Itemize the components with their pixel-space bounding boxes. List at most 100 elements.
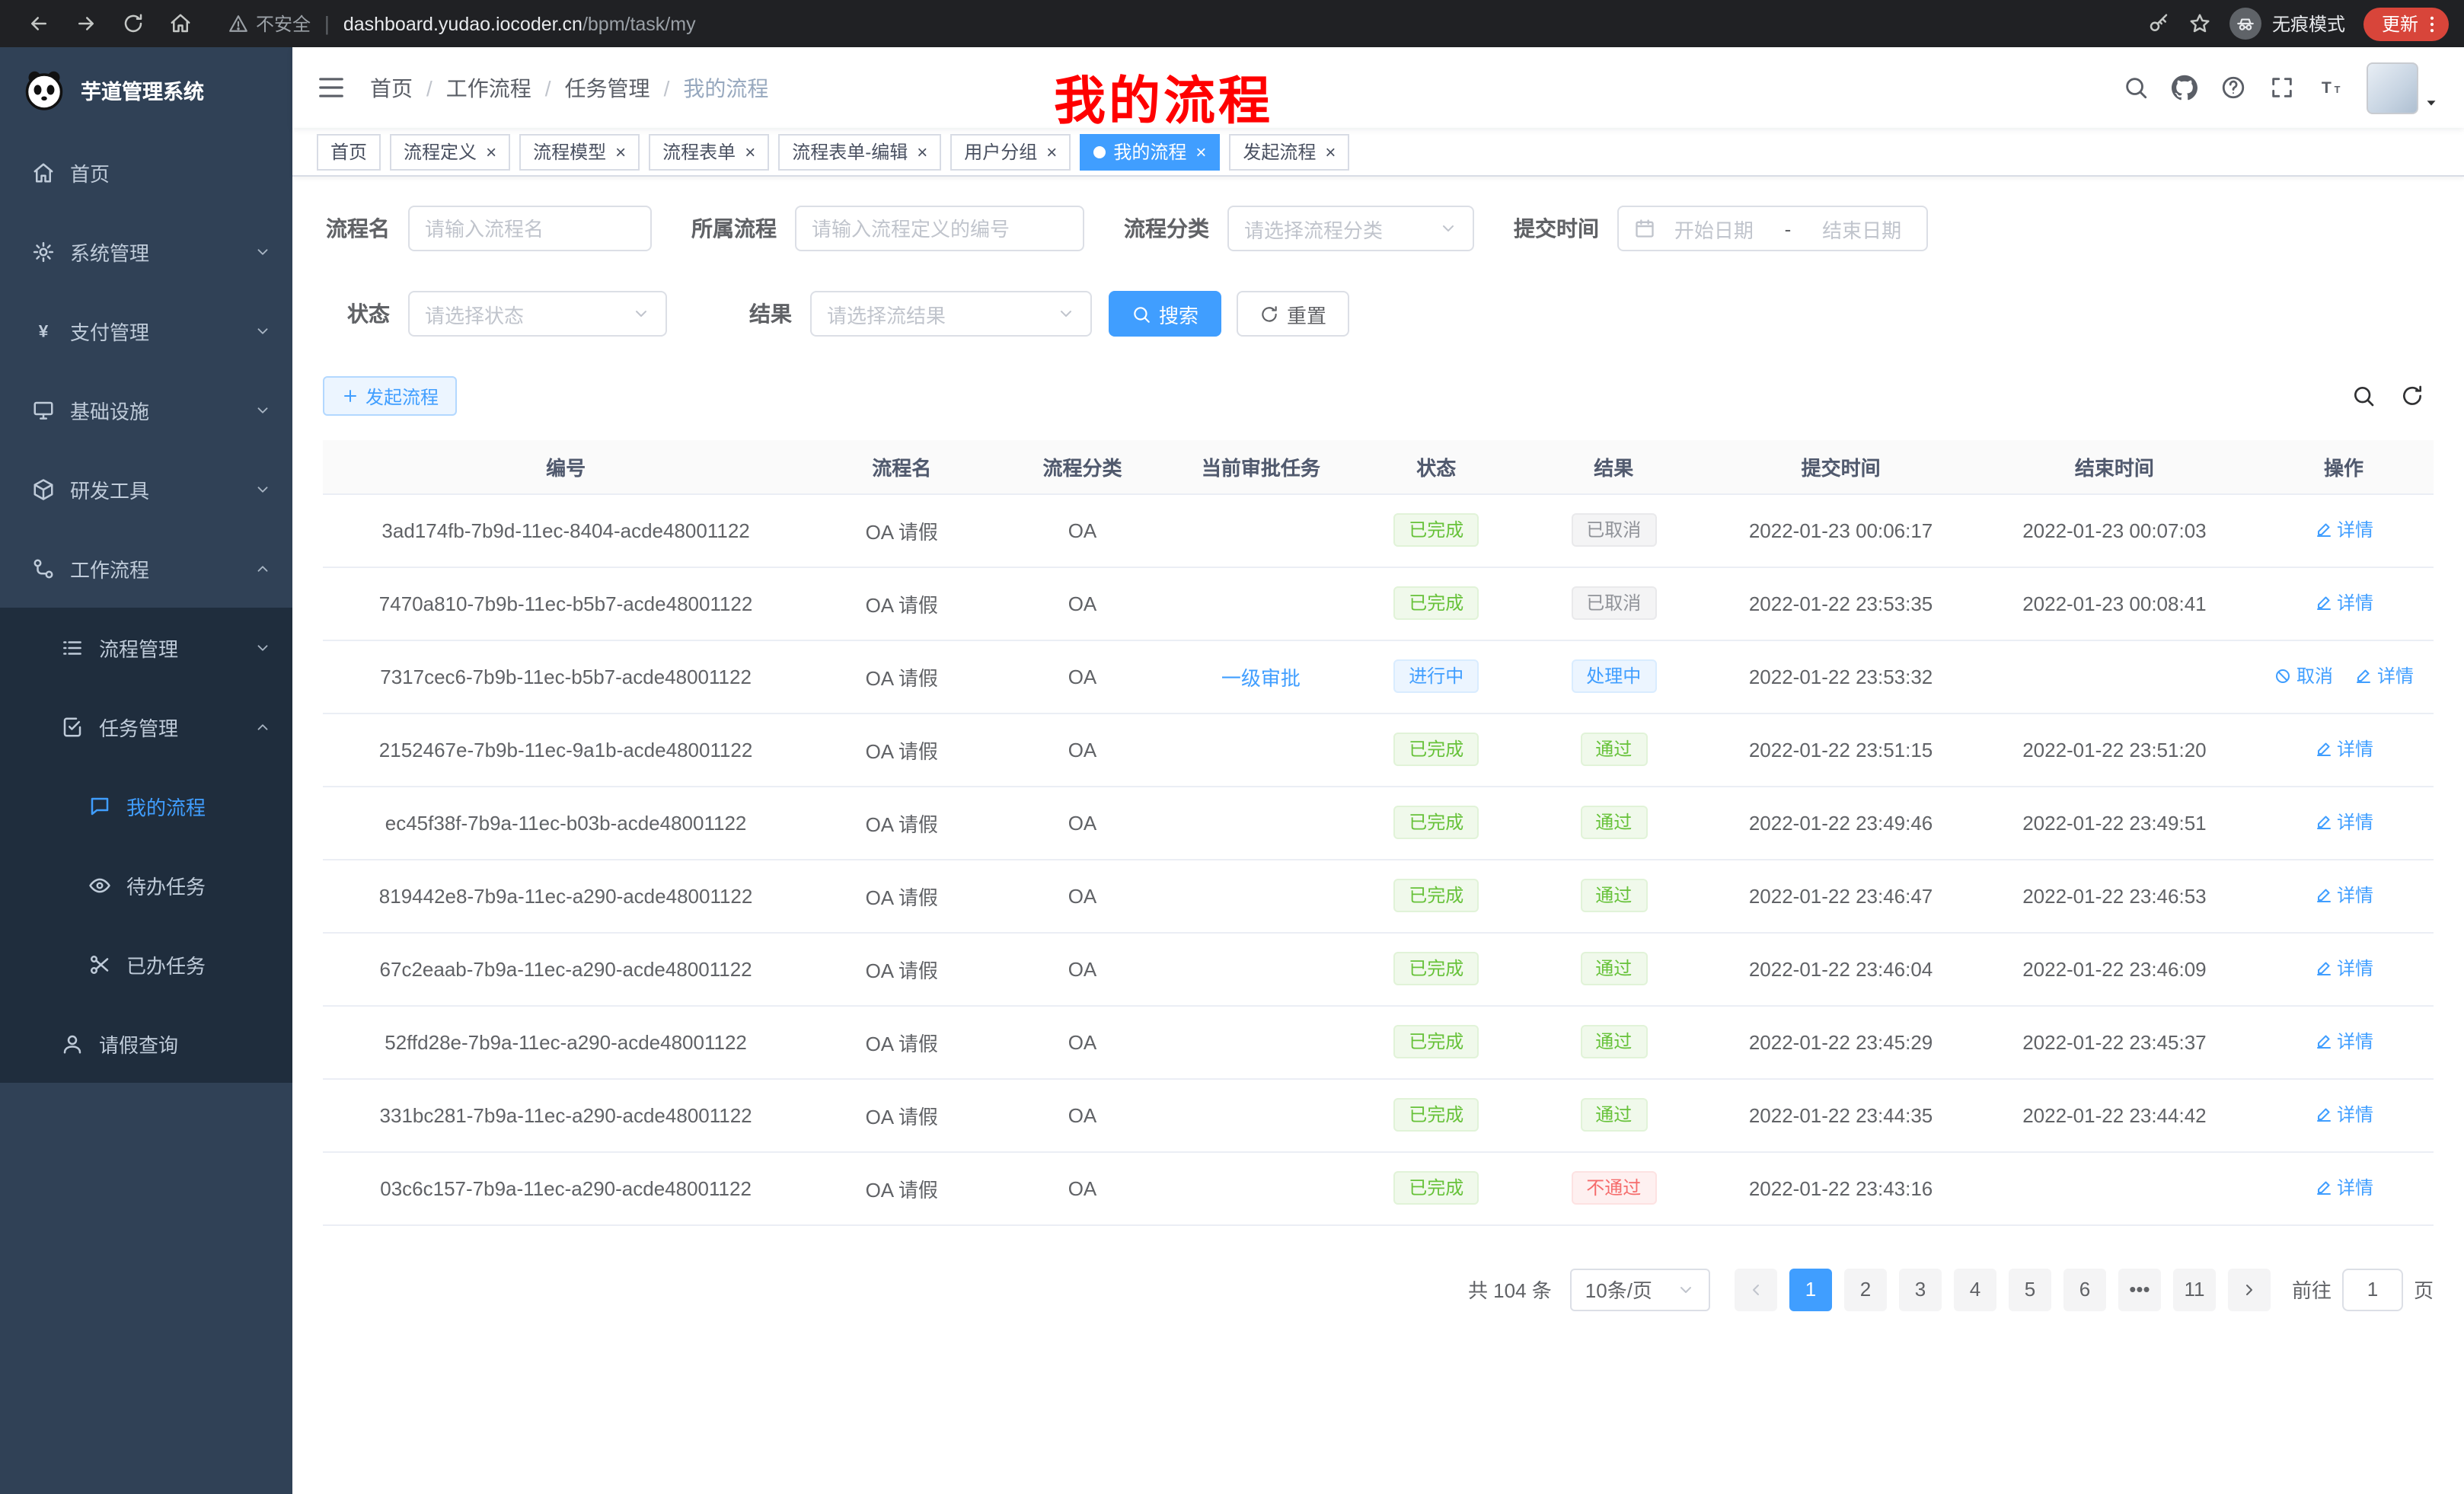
tab-label: 我的流程 [1113, 139, 1186, 164]
key-icon[interactable] [2147, 12, 2170, 35]
github-icon[interactable] [2172, 75, 2197, 101]
cell-process-id: 03c6c157-7b9a-11ec-a290-acde48001122 [323, 1151, 809, 1224]
search-icon[interactable] [2123, 75, 2149, 101]
bookmark-star-icon[interactable] [2188, 12, 2211, 35]
current-task-link[interactable]: 一级审批 [1221, 666, 1301, 689]
browser-menu-icon[interactable] [2421, 13, 2443, 34]
user-menu[interactable] [2367, 62, 2440, 113]
breadcrumb-item[interactable]: 首页 [370, 72, 413, 103]
sidebar-logo[interactable]: 芋道管理系统 [0, 47, 292, 132]
tab-0[interactable]: 首页 [317, 133, 381, 170]
close-icon[interactable]: × [486, 142, 496, 161]
more-pages-button[interactable]: ••• [2118, 1268, 2161, 1310]
page-button-2[interactable]: 2 [1844, 1268, 1887, 1310]
column-header: 操作 [2254, 440, 2434, 493]
status-select[interactable]: 请选择状态 [408, 291, 667, 337]
cell-submit-time: 2022-01-22 23:44:35 [1706, 1078, 1974, 1151]
prev-page-button[interactable] [1735, 1268, 1777, 1310]
close-icon[interactable]: × [917, 142, 927, 161]
security-indicator[interactable]: 不安全 [228, 11, 311, 37]
search-button[interactable]: 搜索 [1109, 291, 1221, 337]
page-button-5[interactable]: 5 [2009, 1268, 2051, 1310]
page-button-4[interactable]: 4 [1954, 1268, 1996, 1310]
next-page-button[interactable] [2228, 1268, 2271, 1310]
tab-5[interactable]: 用户分组× [950, 133, 1071, 170]
update-button[interactable]: 更新 [2363, 7, 2449, 40]
cancel-action-link[interactable]: 取消 [2274, 663, 2333, 689]
edit-action-link[interactable]: 详情 [2314, 590, 2373, 616]
close-icon[interactable]: × [615, 142, 626, 161]
reset-button[interactable]: 重置 [1237, 291, 1349, 337]
tab-3[interactable]: 流程表单× [649, 133, 769, 170]
goto-page-field[interactable] [2344, 1278, 2402, 1301]
process-name-input[interactable] [408, 206, 652, 251]
sidebar: 芋道管理系统 首页系统管理¥支付管理基础设施研发工具工作流程流程管理任务管理我的… [0, 47, 292, 1494]
process-def-field[interactable] [812, 217, 1068, 240]
edit-action-link[interactable]: 详情 [2314, 736, 2373, 762]
font-size-icon[interactable]: TT [2318, 75, 2344, 101]
help-icon[interactable] [2220, 75, 2246, 101]
process-def-input[interactable] [795, 206, 1084, 251]
address-bar[interactable]: dashboard.yudao.iocoder.cn/bpm/task/my [343, 13, 696, 34]
sidebar-item-my-process[interactable]: 我的流程 [0, 766, 292, 845]
process-name-field[interactable] [425, 217, 635, 240]
edit-action-link[interactable]: 详情 [2314, 809, 2373, 835]
close-icon[interactable]: × [1046, 142, 1057, 161]
page-button-6[interactable]: 6 [2063, 1268, 2106, 1310]
close-icon[interactable]: × [1325, 142, 1336, 161]
tab-4[interactable]: 流程表单-编辑× [778, 133, 941, 170]
cell-status: 已完成 [1352, 1078, 1521, 1151]
breadcrumb-item[interactable]: 工作流程 [446, 72, 531, 103]
category-select[interactable]: 请选择流程分类 [1227, 206, 1474, 251]
avatar[interactable] [2367, 62, 2418, 113]
hamburger-icon[interactable] [317, 73, 346, 102]
sidebar-item-home[interactable]: 首页 [0, 132, 292, 212]
edit-action-link[interactable]: 详情 [2314, 1102, 2373, 1128]
sidebar-item-leave-query[interactable]: 请假查询 [0, 1004, 292, 1083]
sidebar-item-task-mgmt[interactable]: 任务管理 [0, 687, 292, 766]
page-button-3[interactable]: 3 [1899, 1268, 1942, 1310]
refresh-icon[interactable] [2400, 384, 2424, 408]
goto-page-input[interactable] [2342, 1268, 2403, 1310]
navbar: 首页/工作流程/任务管理/我的流程 我的流程 TT [292, 47, 2464, 128]
tab-1[interactable]: 流程定义× [390, 133, 510, 170]
sidebar-item-payment[interactable]: ¥支付管理 [0, 291, 292, 370]
page-button-11[interactable]: 11 [2173, 1268, 2216, 1310]
sidebar-item-devtools[interactable]: 研发工具 [0, 449, 292, 528]
browser-back-icon[interactable] [27, 12, 50, 35]
sidebar-item-workflow[interactable]: 工作流程 [0, 528, 292, 608]
result-select[interactable]: 请选择流结果 [810, 291, 1092, 337]
browser-reload-icon[interactable] [122, 12, 145, 35]
tab-6[interactable]: 我的流程 × [1080, 133, 1220, 170]
close-icon[interactable]: × [1195, 142, 1206, 161]
page-size-select[interactable]: 10条/页 [1570, 1268, 1710, 1310]
edit-action-link[interactable]: 详情 [2354, 663, 2414, 689]
breadcrumb-item[interactable]: 任务管理 [565, 72, 650, 103]
sidebar-item-infrastructure[interactable]: 基础设施 [0, 370, 292, 449]
sidebar-item-system[interactable]: 系统管理 [0, 212, 292, 291]
create-process-button[interactable]: 发起流程 [323, 376, 457, 416]
close-icon[interactable]: × [745, 142, 755, 161]
cell-status: 已完成 [1352, 859, 1521, 932]
browser-forward-icon[interactable] [75, 12, 97, 35]
incognito-badge[interactable]: 无痕模式 [2229, 8, 2345, 40]
edit-action-link[interactable]: 详情 [2314, 517, 2373, 543]
result-badge: 通过 [1580, 733, 1647, 766]
edit-action-link[interactable]: 详情 [2314, 883, 2373, 908]
tab-2[interactable]: 流程模型× [519, 133, 640, 170]
search-toggle-icon[interactable] [2351, 384, 2376, 408]
sidebar-item-todo-tasks[interactable]: 待办任务 [0, 845, 292, 924]
fullscreen-icon[interactable] [2269, 75, 2295, 101]
edit-action-link[interactable]: 详情 [2314, 956, 2373, 982]
date-range-picker[interactable]: 开始日期 - 结束日期 [1617, 206, 1928, 251]
edit-action-link[interactable]: 详情 [2314, 1029, 2373, 1055]
edit-action-link[interactable]: 详情 [2314, 1175, 2373, 1201]
sidebar-item-done-tasks[interactable]: 已办任务 [0, 924, 292, 1004]
sidebar-item-process-mgmt[interactable]: 流程管理 [0, 608, 292, 687]
browser-home-icon[interactable] [169, 12, 192, 35]
cell-process-id: 7317cec6-7b9b-11ec-b5b7-acde48001122 [323, 640, 809, 713]
column-header: 结果 [1521, 440, 1706, 493]
page-button-1[interactable]: 1 [1789, 1268, 1832, 1310]
tab-7[interactable]: 发起流程× [1229, 133, 1349, 170]
main-area: 首页/工作流程/任务管理/我的流程 我的流程 TT 首页流程定义×流程模型×流程… [292, 47, 2464, 1494]
